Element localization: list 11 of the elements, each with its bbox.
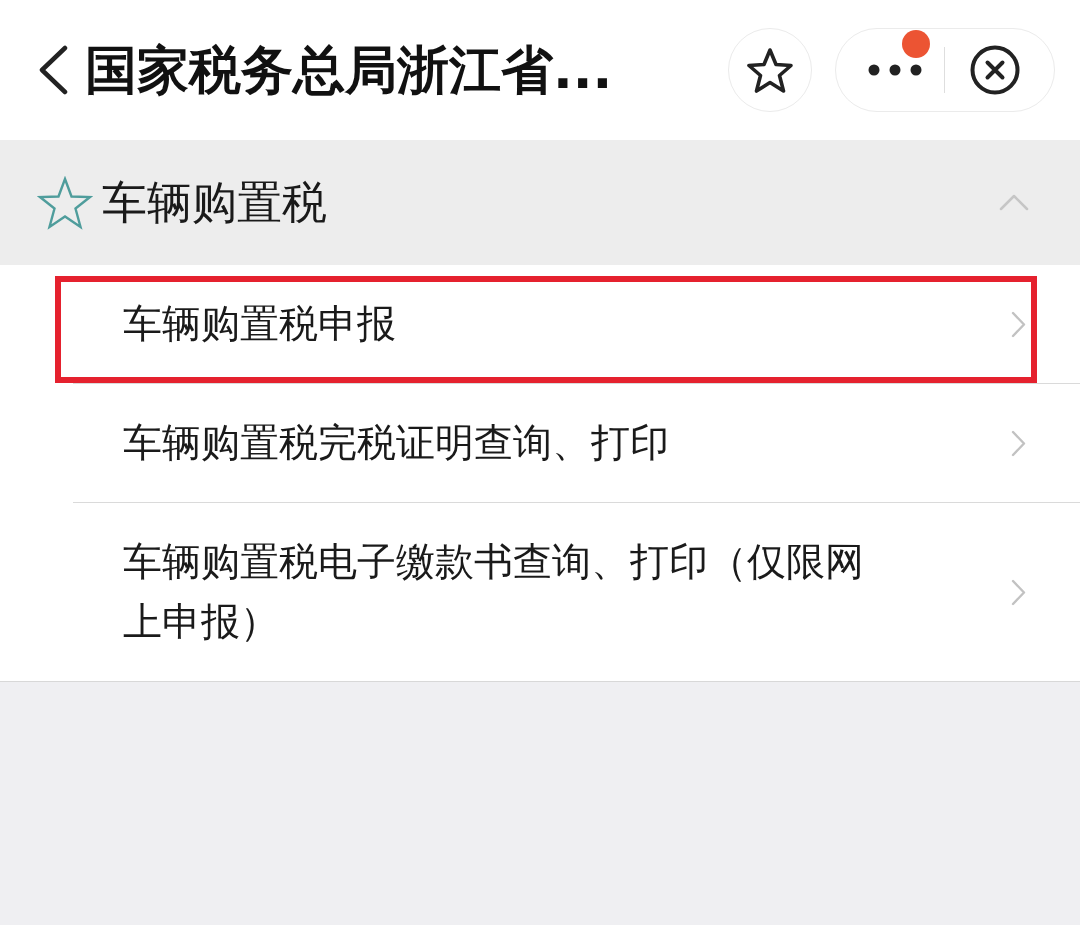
- section-header[interactable]: 车辆购置税: [0, 140, 1080, 265]
- star-outline-icon: [37, 175, 93, 230]
- chevron-right-icon: [1011, 310, 1026, 338]
- chevron-up-icon: [999, 194, 1029, 211]
- back-button[interactable]: [38, 45, 69, 95]
- back-icon: [38, 45, 69, 95]
- chevron-right-icon: [1011, 429, 1026, 457]
- chevron-right-icon: [1011, 578, 1026, 606]
- more-dots-icon: [868, 64, 922, 76]
- close-icon: [969, 44, 1021, 96]
- page-title: 国家税务总局浙江省...: [85, 44, 614, 96]
